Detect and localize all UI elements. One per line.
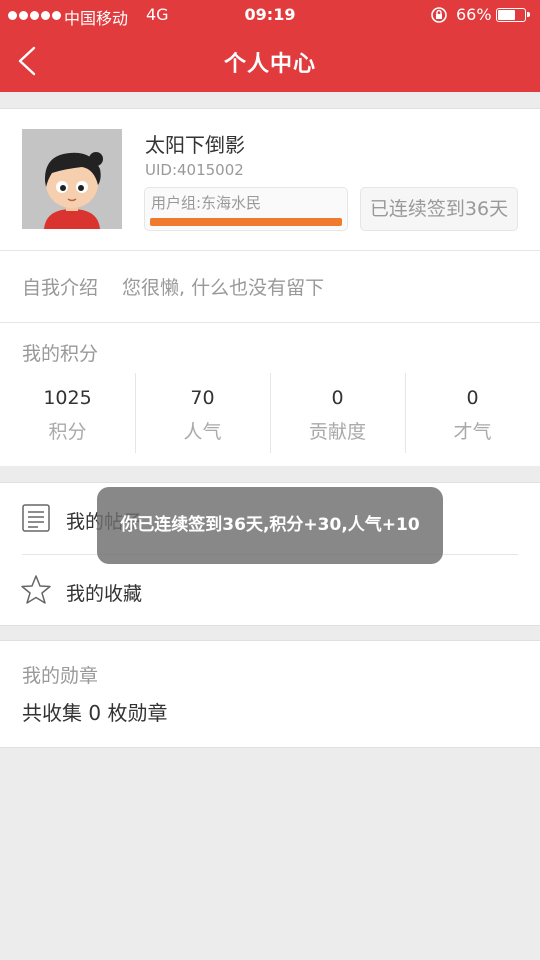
self-intro-label: 自我介绍 [22,277,99,299]
cartoon-boy-avatar-icon [22,129,122,229]
stat-talent[interactable]: 0 才气 [405,375,540,453]
menu-item-label: 我的收藏 [66,583,143,605]
user-id: UID:4015002 [145,161,244,179]
stat-value: 1025 [43,387,92,409]
stat-points[interactable]: 1025 积分 [0,375,135,453]
profile-card: 太阳下倒影 UID:4015002 用户组:东海水民 已连续签到36天 [0,108,540,250]
user-group-label: 用户组:东海水民 [151,194,262,212]
self-intro-row[interactable]: 自我介绍 您很懒, 什么也没有留下 [0,250,540,322]
username: 太阳下倒影 [145,133,245,157]
medals-section[interactable]: 我的勋章 共收集 0 枚勋章 [0,640,540,748]
navigation-bar: 个人中心 [0,30,540,92]
stat-value: 0 [466,387,479,409]
points-section: 我的积分 1025 积分 70 人气 0 贡献度 0 才气 [0,322,540,466]
stat-value: 0 [331,387,344,409]
user-group-badge: 用户组:东海水民 [144,187,348,231]
medals-count: 共收集 0 枚勋章 [22,701,168,725]
battery-icon [496,8,530,22]
stat-popularity[interactable]: 70 人气 [135,375,270,453]
checkin-toast: 你已连续签到36天,积分+30,人气+10 [97,487,443,564]
menu-item-my-favorites[interactable]: 我的收藏 [0,555,540,627]
avatar[interactable] [22,129,122,229]
stat-value: 70 [190,387,215,409]
stat-label: 才气 [453,421,492,443]
stat-label: 贡献度 [308,421,366,443]
star-icon [21,575,51,604]
user-group-progress-bar [150,218,342,226]
medals-heading: 我的勋章 [22,665,99,687]
status-bar: 中国移动 4G 09:19 66% [0,0,540,30]
page-title: 个人中心 [223,52,316,77]
rotation-lock-icon [431,7,447,23]
document-icon [22,504,50,532]
stat-label: 积分 [48,421,87,443]
battery-percent: 66% [456,5,492,24]
self-intro-text: 您很懒, 什么也没有留下 [122,277,325,299]
checkin-streak-button[interactable]: 已连续签到36天 [360,187,518,231]
stat-label: 人气 [183,421,222,443]
points-heading: 我的积分 [22,343,99,365]
stat-contribution[interactable]: 0 贡献度 [270,375,405,453]
